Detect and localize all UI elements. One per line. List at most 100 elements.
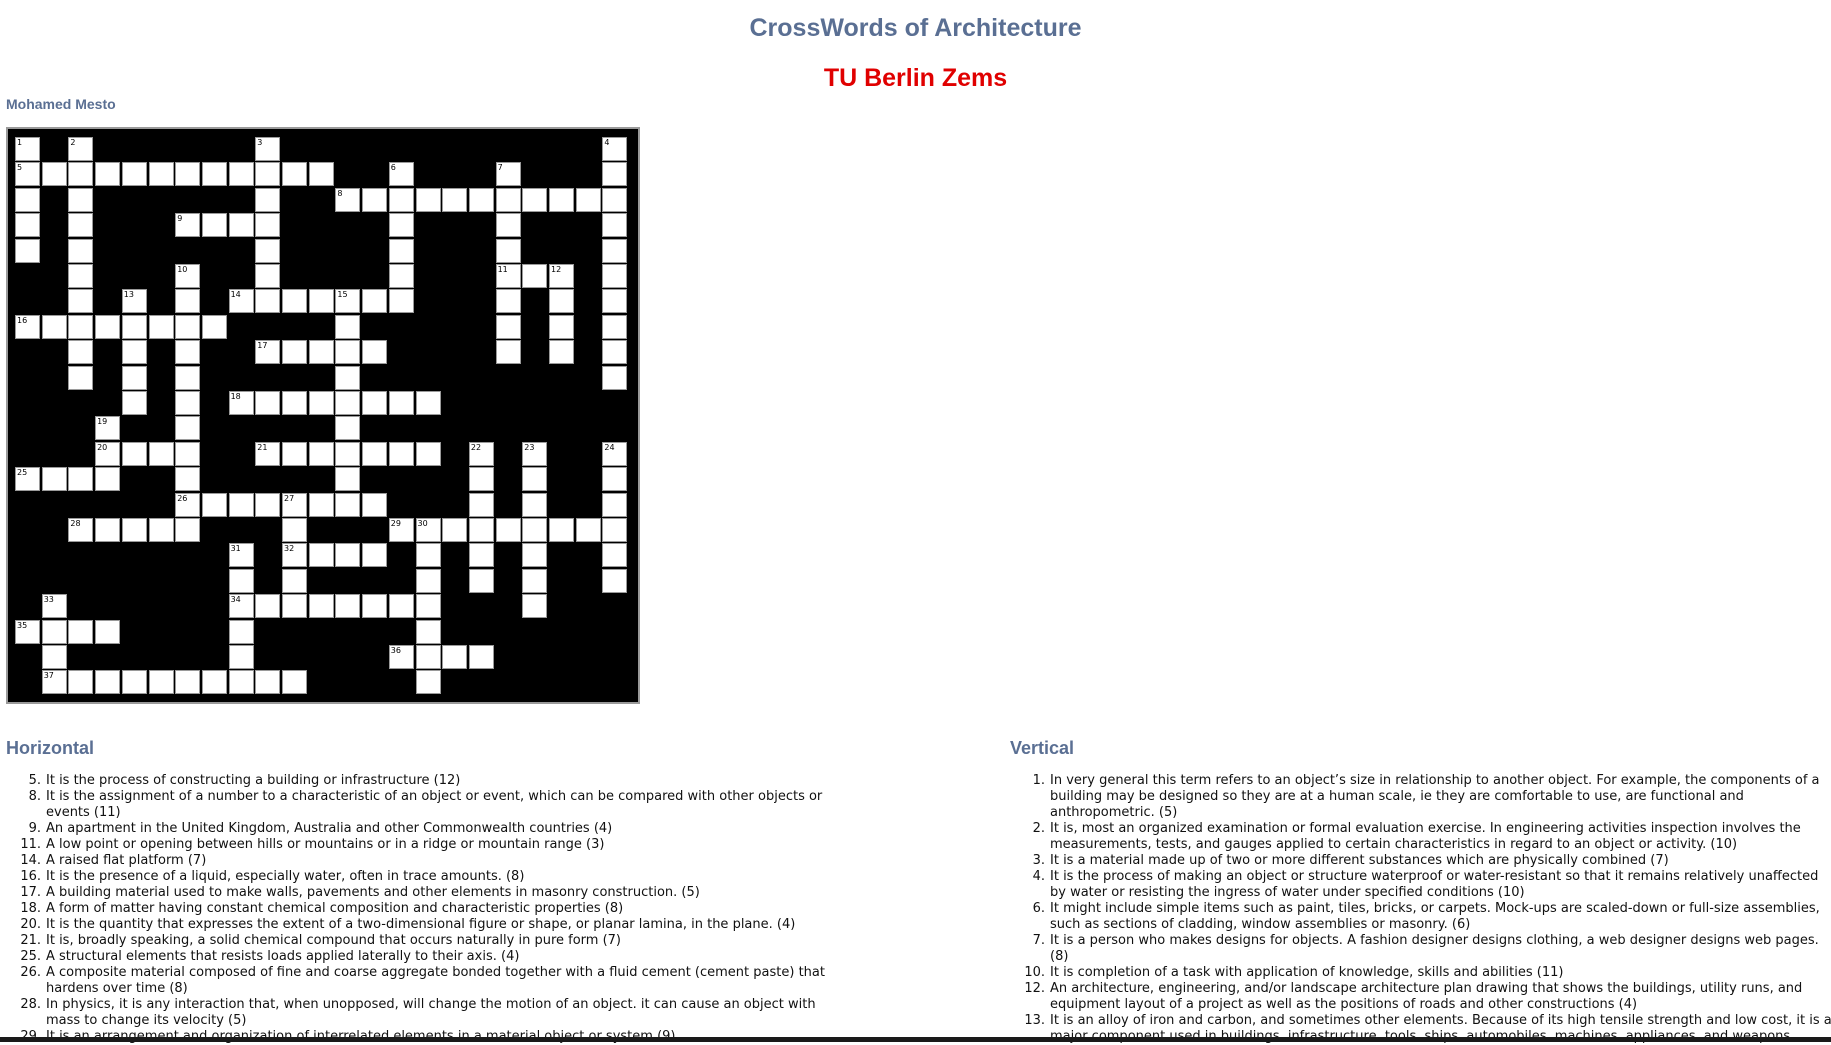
grid-cell[interactable]	[175, 467, 201, 492]
grid-cell[interactable]	[175, 518, 201, 542]
grid-cell[interactable]	[575, 518, 601, 542]
grid-cell[interactable]	[495, 340, 521, 365]
grid-cell[interactable]: 27	[282, 492, 307, 517]
grid-cell[interactable]	[228, 213, 254, 238]
grid-cell[interactable]	[602, 187, 628, 212]
grid-cell[interactable]	[335, 441, 361, 466]
grid-cell[interactable]: 7	[495, 162, 521, 187]
grid-cell[interactable]: 11	[495, 264, 521, 288]
grid-cell[interactable]	[388, 289, 414, 314]
grid-cell[interactable]	[522, 594, 548, 619]
grid-cell[interactable]: 3	[255, 137, 281, 161]
grid-cell[interactable]	[282, 441, 307, 466]
grid-cell[interactable]	[495, 289, 521, 314]
grid-cell[interactable]	[255, 264, 281, 288]
grid-cell[interactable]: 35	[15, 619, 40, 644]
grid-cell[interactable]	[68, 289, 94, 314]
grid-cell[interactable]	[335, 314, 361, 339]
grid-cell[interactable]	[121, 670, 147, 695]
grid-cell[interactable]	[15, 213, 40, 238]
grid-cell[interactable]	[468, 492, 494, 517]
grid-cell[interactable]	[201, 162, 227, 187]
grid-cell[interactable]	[175, 314, 201, 339]
grid-cell[interactable]	[148, 441, 174, 466]
grid-cell[interactable]	[522, 187, 548, 212]
grid-cell[interactable]	[362, 289, 388, 314]
grid-cell[interactable]	[602, 340, 628, 365]
grid-cell[interactable]	[228, 619, 254, 644]
grid-cell[interactable]	[522, 264, 548, 288]
grid-cell[interactable]: 18	[228, 391, 254, 415]
grid-cell[interactable]	[175, 289, 201, 314]
grid-cell[interactable]: 32	[282, 543, 307, 568]
grid-cell[interactable]	[602, 162, 628, 187]
grid-cell[interactable]: 31	[228, 543, 254, 568]
grid-cell[interactable]	[308, 594, 334, 619]
grid-cell[interactable]	[282, 518, 307, 542]
grid-cell[interactable]	[602, 365, 628, 390]
grid-cell[interactable]: 34	[228, 594, 254, 619]
grid-cell[interactable]	[362, 543, 388, 568]
grid-cell[interactable]	[549, 340, 574, 365]
grid-cell[interactable]	[468, 518, 494, 542]
grid-cell[interactable]	[201, 213, 227, 238]
grid-cell[interactable]	[255, 213, 281, 238]
grid-cell[interactable]: 29	[388, 518, 414, 542]
grid-cell[interactable]	[468, 645, 494, 669]
grid-cell[interactable]	[282, 289, 307, 314]
grid-cell[interactable]	[121, 391, 147, 415]
grid-cell[interactable]	[15, 187, 40, 212]
grid-cell[interactable]	[148, 162, 174, 187]
grid-cell[interactable]: 33	[41, 594, 67, 619]
grid-cell[interactable]	[362, 594, 388, 619]
grid-cell[interactable]	[282, 391, 307, 415]
grid-cell[interactable]	[255, 594, 281, 619]
grid-cell[interactable]	[121, 162, 147, 187]
grid-cell[interactable]	[468, 467, 494, 492]
grid-cell[interactable]	[362, 187, 388, 212]
grid-cell[interactable]: 1	[15, 137, 40, 161]
grid-cell[interactable]	[522, 568, 548, 593]
grid-cell[interactable]	[41, 314, 67, 339]
grid-cell[interactable]	[549, 187, 574, 212]
grid-cell[interactable]	[335, 467, 361, 492]
grid-cell[interactable]	[602, 289, 628, 314]
grid-cell[interactable]	[228, 670, 254, 695]
grid-cell[interactable]	[415, 594, 441, 619]
grid-cell[interactable]	[308, 441, 334, 466]
grid-cell[interactable]	[388, 391, 414, 415]
grid-cell[interactable]	[602, 238, 628, 263]
grid-cell[interactable]	[362, 492, 388, 517]
grid-cell[interactable]: 12	[549, 264, 574, 288]
grid-cell[interactable]	[68, 187, 94, 212]
grid-cell[interactable]	[308, 391, 334, 415]
grid-cell[interactable]	[201, 314, 227, 339]
grid-cell[interactable]	[68, 670, 94, 695]
grid-cell[interactable]	[255, 238, 281, 263]
grid-cell[interactable]: 26	[175, 492, 201, 517]
grid-cell[interactable]	[68, 314, 94, 339]
grid-cell[interactable]	[335, 365, 361, 390]
grid-cell[interactable]	[335, 391, 361, 415]
grid-cell[interactable]	[175, 441, 201, 466]
grid-cell[interactable]	[549, 289, 574, 314]
grid-cell[interactable]	[68, 467, 94, 492]
grid-cell[interactable]	[255, 492, 281, 517]
grid-cell[interactable]	[282, 162, 307, 187]
grid-cell[interactable]	[602, 492, 628, 517]
grid-cell[interactable]: 2	[68, 137, 94, 161]
grid-cell[interactable]	[415, 619, 441, 644]
grid-cell[interactable]	[121, 365, 147, 390]
grid-cell[interactable]	[495, 518, 521, 542]
grid-cell[interactable]: 14	[228, 289, 254, 314]
grid-cell[interactable]	[602, 467, 628, 492]
grid-cell[interactable]	[335, 416, 361, 441]
grid-cell[interactable]	[388, 264, 414, 288]
grid-cell[interactable]	[95, 162, 121, 187]
grid-cell[interactable]	[335, 340, 361, 365]
grid-cell[interactable]	[602, 314, 628, 339]
grid-cell[interactable]: 30	[415, 518, 441, 542]
grid-cell[interactable]	[255, 187, 281, 212]
grid-cell[interactable]	[175, 391, 201, 415]
grid-cell[interactable]	[335, 543, 361, 568]
